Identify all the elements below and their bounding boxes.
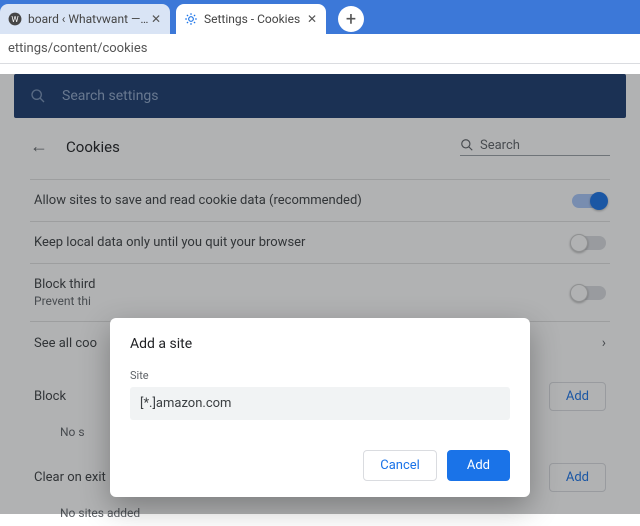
svg-text:W: W <box>11 14 19 24</box>
new-tab-button[interactable]: + <box>338 6 364 32</box>
site-input[interactable] <box>130 387 510 420</box>
browser-tab-strip: W board ‹ Whatvwant — Wor ✕ Settings - C… <box>0 0 640 34</box>
browser-tab[interactable]: W board ‹ Whatvwant — Wor ✕ <box>0 4 170 34</box>
browser-tab-active[interactable]: Settings - Cookies ✕ <box>176 4 326 34</box>
close-icon[interactable]: ✕ <box>150 13 162 25</box>
address-bar[interactable]: ettings/content/cookies <box>0 34 640 64</box>
close-icon[interactable]: ✕ <box>306 13 318 25</box>
site-field-label: Site <box>130 369 149 382</box>
add-site-dialog: Add a site Site Cancel Add <box>110 318 530 497</box>
settings-page: Search settings ← Cookies Search Allow s… <box>0 74 640 514</box>
tab-title: Settings - Cookies <box>204 12 306 26</box>
gear-icon <box>184 12 198 26</box>
dialog-title: Add a site <box>130 336 510 352</box>
tab-title: board ‹ Whatvwant — Wor <box>28 12 150 26</box>
plus-icon: + <box>346 9 356 30</box>
url-text: ettings/content/cookies <box>8 41 147 56</box>
cancel-button[interactable]: Cancel <box>363 450 437 481</box>
add-button[interactable]: Add <box>447 450 510 481</box>
wordpress-icon: W <box>8 12 22 26</box>
